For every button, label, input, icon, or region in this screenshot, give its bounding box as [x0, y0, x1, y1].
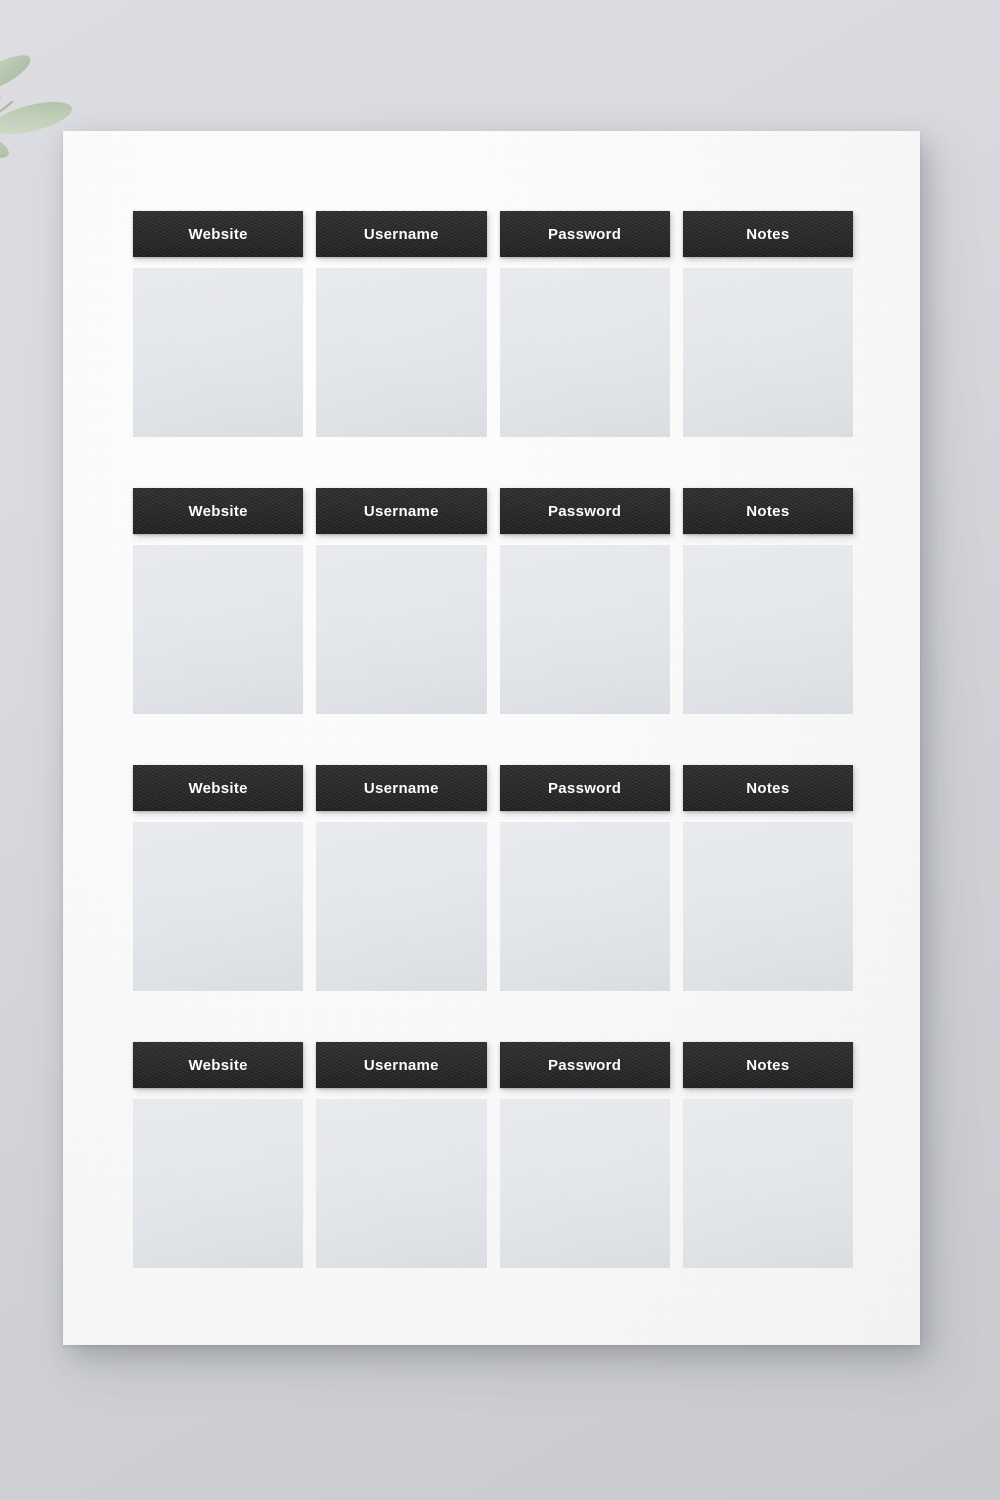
field-notes[interactable] — [682, 545, 853, 714]
column-header-label: Notes — [746, 1056, 790, 1074]
field-website[interactable] — [133, 1099, 304, 1268]
column-header-bar-group: Website Username Password Notes — [133, 488, 853, 534]
column-header-website: Website — [133, 211, 304, 257]
field-website[interactable] — [133, 268, 304, 437]
column-header-label: Website — [188, 1056, 248, 1074]
field-password[interactable] — [499, 545, 670, 714]
column-header-username: Username — [316, 765, 487, 811]
leaf-stem — [0, 97, 14, 113]
column-header-label: Username — [363, 502, 439, 520]
password-log-grid: Website Username Password Notes Website … — [133, 211, 853, 1268]
column-header-bar-group: Website Username Password Notes — [133, 1042, 853, 1088]
column-header-label: Username — [363, 225, 439, 243]
entry-row: Website Username Password Notes — [133, 211, 853, 437]
field-username[interactable] — [316, 545, 487, 714]
column-header-username: Username — [316, 211, 487, 257]
column-header-label: Notes — [746, 225, 790, 243]
field-username[interactable] — [316, 268, 487, 437]
column-header-website: Website — [133, 488, 304, 534]
column-header-username: Username — [316, 1042, 487, 1088]
column-header-notes: Notes — [682, 765, 853, 811]
column-header-label: Username — [363, 779, 439, 797]
entry-field-group — [133, 268, 853, 437]
column-header-notes: Notes — [682, 211, 853, 257]
column-header-label: Website — [188, 225, 248, 243]
field-username[interactable] — [316, 1099, 487, 1268]
column-header-label: Password — [547, 225, 622, 243]
field-notes[interactable] — [682, 268, 853, 437]
entry-row: Website Username Password Notes — [133, 488, 853, 714]
column-header-label: Website — [188, 502, 248, 520]
column-header-bar-group: Website Username Password Notes — [133, 765, 853, 811]
entry-row: Website Username Password Notes — [133, 765, 853, 991]
column-header-username: Username — [316, 488, 487, 534]
column-header-website: Website — [133, 765, 304, 811]
column-header-label: Notes — [746, 779, 790, 797]
column-header-label: Password — [547, 779, 622, 797]
column-header-password: Password — [499, 211, 670, 257]
field-username[interactable] — [316, 822, 487, 991]
entry-row: Website Username Password Notes — [133, 1042, 853, 1268]
column-header-label: Password — [547, 502, 622, 520]
field-website[interactable] — [133, 545, 304, 714]
column-header-bar-group: Website Username Password Notes — [133, 211, 853, 257]
field-website[interactable] — [133, 822, 304, 991]
entry-field-group — [133, 545, 853, 714]
column-header-label: Password — [547, 1056, 622, 1074]
column-header-label: Username — [363, 1056, 439, 1074]
field-notes[interactable] — [682, 822, 853, 991]
column-header-label: Notes — [746, 502, 790, 520]
entry-field-group — [133, 1099, 853, 1268]
field-password[interactable] — [499, 822, 670, 991]
column-header-website: Website — [133, 1042, 304, 1088]
field-password[interactable] — [499, 1099, 670, 1268]
printable-paper-sheet: Website Username Password Notes Website … — [63, 131, 920, 1345]
column-header-password: Password — [499, 488, 670, 534]
entry-field-group — [133, 822, 853, 991]
column-header-notes: Notes — [682, 488, 853, 534]
field-password[interactable] — [499, 268, 670, 437]
column-header-password: Password — [499, 1042, 670, 1088]
column-header-password: Password — [499, 765, 670, 811]
field-notes[interactable] — [682, 1099, 853, 1268]
column-header-notes: Notes — [682, 1042, 853, 1088]
column-header-label: Website — [188, 779, 248, 797]
